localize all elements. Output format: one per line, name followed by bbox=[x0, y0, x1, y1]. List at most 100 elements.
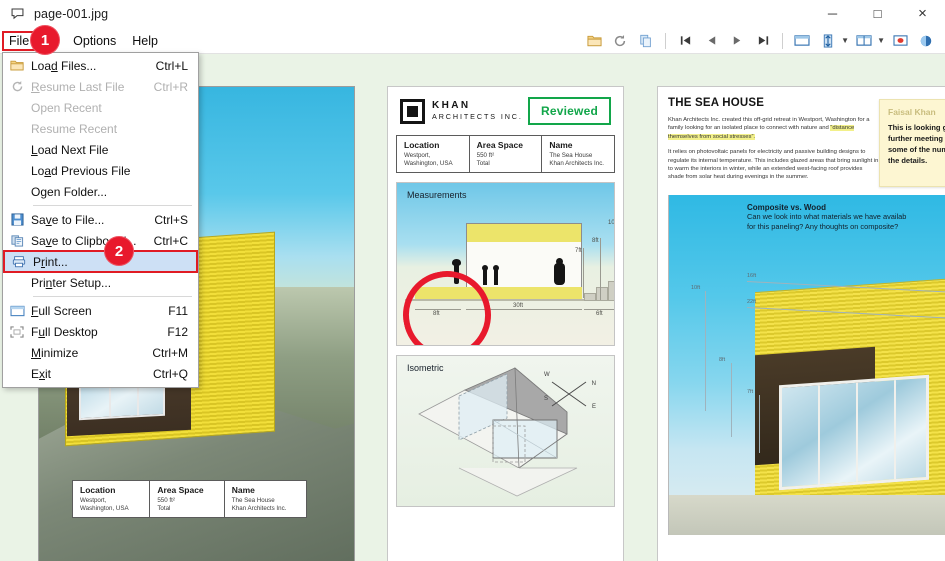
dimension-label: 30ft bbox=[513, 303, 524, 309]
human-figure-head bbox=[556, 258, 563, 265]
menu-item-accel: Ctrl+Q bbox=[152, 366, 188, 381]
dimension-line bbox=[759, 395, 760, 453]
info-value: Westport, Washington, USA bbox=[404, 152, 453, 167]
contrast-icon[interactable] bbox=[915, 30, 937, 52]
info-value: The Sea House Khan Architects Inc. bbox=[549, 152, 605, 167]
info-cell-name: Name The Sea House Khan Architects Inc. bbox=[542, 136, 614, 172]
dimension-line bbox=[705, 291, 706, 411]
menu-item-accel: Ctrl+R bbox=[153, 79, 188, 94]
panel-label: Measurements bbox=[407, 190, 467, 200]
single-page-view-icon[interactable] bbox=[791, 30, 813, 52]
sticky-note-text: This is looking g further meeting some o… bbox=[888, 123, 945, 165]
compass-rose: W N S E bbox=[542, 372, 596, 416]
menu-item-load-files[interactable]: Load Files... Ctrl+L bbox=[3, 55, 198, 76]
refresh-icon bbox=[3, 76, 31, 97]
fit-height-icon[interactable] bbox=[817, 30, 839, 52]
first-page-icon[interactable] bbox=[674, 30, 696, 52]
menu-help[interactable]: Help bbox=[125, 31, 165, 51]
dimension-line bbox=[584, 309, 614, 310]
info-table-left: Location Westport, Washington, USA Area … bbox=[72, 480, 307, 518]
info-table-middle: Location Westport, Washington, USA Area … bbox=[396, 135, 615, 173]
dimension-label: 22ft bbox=[747, 299, 757, 305]
menu-separator-1 bbox=[33, 205, 192, 206]
khan-logo-icon bbox=[400, 98, 425, 124]
dimension-label: 7ft bbox=[747, 389, 754, 395]
article-paragraph-1: Khan Architects Inc. created this off-gr… bbox=[668, 116, 880, 141]
fullscreen-icon bbox=[3, 300, 31, 321]
save-icon bbox=[3, 209, 31, 230]
menu-options[interactable]: Options bbox=[66, 31, 123, 51]
next-page-icon[interactable] bbox=[726, 30, 748, 52]
menu-item-label: Printer Setup... bbox=[31, 275, 112, 290]
menu-bar: File Options Help ▼ ▼ bbox=[0, 28, 945, 54]
article-paragraph-2: It relies on photovoltaic panels for ele… bbox=[668, 149, 879, 181]
menu-item-resume-recent[interactable]: Resume Recent bbox=[3, 118, 198, 139]
menu-item-label: Ogen Folder... bbox=[31, 184, 108, 199]
human-figure-head bbox=[452, 259, 461, 266]
copy-icon[interactable] bbox=[635, 30, 657, 52]
measurements-panel: Measurements 8ft 30ft 6ft 7ft 8ft 10 bbox=[396, 182, 615, 346]
menu-item-exit[interactable]: Exit Ctrl+Q bbox=[3, 363, 198, 384]
step-badge-2: 2 bbox=[104, 236, 134, 266]
last-page-icon[interactable] bbox=[752, 30, 774, 52]
minimize-button[interactable]: ─ bbox=[810, 0, 855, 28]
dimension-label: 10ft bbox=[691, 285, 701, 291]
menu-item-label: Resume Recent bbox=[31, 121, 118, 136]
brand-header: KHAN ARCHITECTS INC. Reviewed bbox=[396, 95, 615, 127]
menu-item-full-screen[interactable]: Full Screen F11 bbox=[3, 300, 198, 321]
composite-annotation: Composite vs. Wood Can we look into what… bbox=[747, 203, 945, 232]
menu-file-label: File bbox=[9, 33, 30, 48]
menu-help-label: Help bbox=[132, 33, 158, 48]
sticky-note[interactable]: Faisal Khan This is looking g further me… bbox=[879, 99, 945, 187]
brand-subtitle: ARCHITECTS INC. bbox=[432, 112, 523, 121]
open-folder-icon[interactable] bbox=[583, 30, 605, 52]
menu-item-full-desktop[interactable]: Full Desktop F12 bbox=[3, 321, 198, 342]
info-cell-name: Name The Sea House Khan Architects Inc. bbox=[225, 481, 306, 517]
close-button[interactable]: × bbox=[900, 0, 945, 28]
menu-item-minimize[interactable]: Minimize Ctrl+M bbox=[3, 342, 198, 363]
menu-separator-2 bbox=[33, 296, 192, 297]
menu-item-save-to-file[interactable]: Save to File... Ctrl+S bbox=[3, 209, 198, 230]
two-page-view-icon[interactable] bbox=[853, 30, 875, 52]
menu-item-save-to-clipboard[interactable]: Save to Clipboard... Ctrl+C bbox=[3, 230, 198, 251]
menu-item-printer-setup[interactable]: Printer Setup... bbox=[3, 272, 198, 293]
menu-item-print[interactable]: Print... bbox=[3, 250, 198, 273]
menu-item-label: Minimize bbox=[31, 345, 79, 360]
human-figure bbox=[554, 263, 565, 285]
refresh-icon[interactable] bbox=[609, 30, 631, 52]
dimension-line bbox=[731, 363, 732, 437]
menu-item-load-previous-file[interactable]: Load Previous File bbox=[3, 160, 198, 181]
info-header: Name bbox=[549, 140, 573, 150]
compass-s: S bbox=[544, 396, 549, 402]
menu-item-resume-last-file[interactable]: Resume Last File Ctrl+R bbox=[3, 76, 198, 97]
printer-icon bbox=[5, 251, 33, 272]
toolbar: ▼ ▼ bbox=[581, 28, 945, 54]
desktop-icon bbox=[3, 321, 31, 342]
previous-page-icon[interactable] bbox=[700, 30, 722, 52]
maximize-button[interactable]: □ bbox=[855, 0, 900, 28]
menu-item-open-folder[interactable]: Ogen Folder... bbox=[3, 181, 198, 202]
menu-item-load-next-file[interactable]: Load Next File bbox=[3, 139, 198, 160]
record-icon[interactable] bbox=[889, 30, 911, 52]
menu-item-accel: Ctrl+S bbox=[154, 212, 188, 227]
two-page-view-dropdown-icon[interactable]: ▼ bbox=[877, 36, 885, 45]
title-bar: page-001.jpg ─ □ × bbox=[0, 0, 945, 28]
menu-item-label: Load Previous File bbox=[31, 163, 131, 178]
info-header: Area Space bbox=[157, 485, 204, 495]
info-value: 550 ft² Total bbox=[476, 152, 495, 167]
dimension-label: 8ft bbox=[719, 357, 726, 363]
info-header: Location bbox=[404, 140, 440, 150]
toolbar-separator bbox=[665, 32, 667, 49]
compass-e: E bbox=[591, 404, 596, 410]
file-menu-dropdown: Load Files... Ctrl+L Resume Last File Ct… bbox=[2, 52, 199, 388]
info-cell-location: Location Westport, Washington, USA bbox=[73, 481, 151, 517]
info-cell-location: Location Westport, Washington, USA bbox=[397, 136, 470, 172]
sticky-note-author: Faisal Khan bbox=[888, 107, 936, 117]
menu-item-label: Exit bbox=[31, 366, 52, 381]
dimension-label: 7ft bbox=[575, 248, 582, 254]
menu-item-accel: Ctrl+C bbox=[153, 233, 188, 248]
dimension-label: 16ft bbox=[747, 273, 757, 279]
menu-item-open-recent[interactable]: Open Recent bbox=[3, 97, 198, 118]
fit-height-dropdown-icon[interactable]: ▼ bbox=[841, 36, 849, 45]
menu-item-label: Save to File... bbox=[31, 212, 105, 227]
